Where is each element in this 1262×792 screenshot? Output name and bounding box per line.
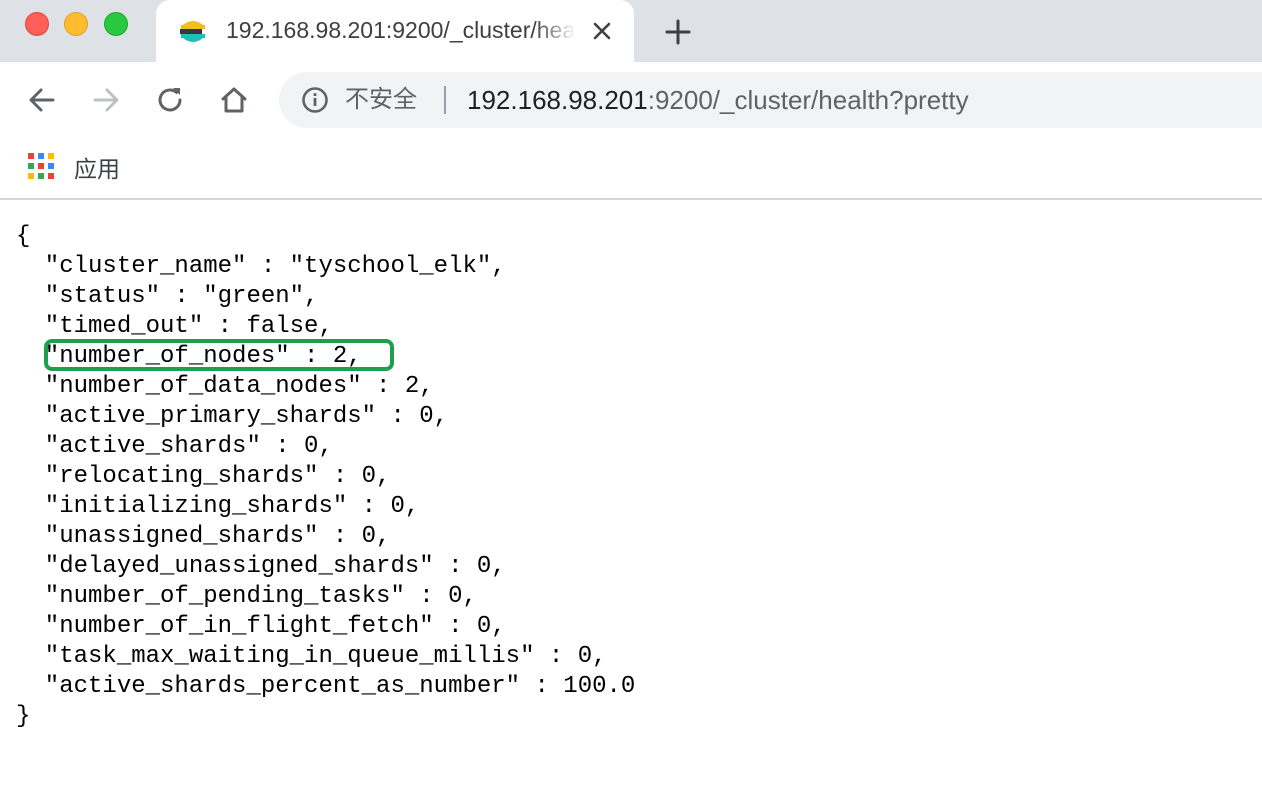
back-button[interactable] [22,80,62,120]
json-line: "delayed_unassigned_shards" : 0, [16,553,506,580]
apps-grid-dot [48,173,54,179]
json-line: "active_shards_percent_as_number" : 100.… [16,673,636,700]
apps-grid-icon [28,153,56,181]
url-host: 192.168.98.201 [467,85,648,115]
arrow-left-icon [29,88,55,112]
window-maximize-button[interactable] [104,12,128,36]
json-line: "number_of_pending_tasks" : 0, [16,583,477,610]
info-icon[interactable] [301,86,329,114]
apps-grid-dot [28,173,34,179]
json-line: "active_primary_shards" : 0, [16,403,449,430]
json-line: "task_max_waiting_in_queue_millis" : 0, [16,643,607,670]
apps-grid-dot [38,163,44,169]
page-content: { "cluster_name" : "tyschool_elk", "stat… [16,222,635,732]
url-path: :9200/_cluster/health?pretty [647,85,969,115]
new-tab-plus-icon[interactable] [660,14,696,50]
window-minimize-button[interactable] [64,12,88,36]
json-line: { [16,223,31,250]
apps-grid-dot [48,153,54,159]
highlight-annotation-box [44,339,394,371]
home-icon [221,87,247,113]
apps-grid-dot [38,173,44,179]
arrow-right-icon [93,88,119,112]
json-line: "unassigned_shards" : 0, [16,523,391,550]
elasticsearch-icon [178,16,208,46]
json-line: "number_of_in_flight_fetch" : 0, [16,613,506,640]
tab-close-icon[interactable] [588,17,616,45]
json-line: "relocating_shards" : 0, [16,463,391,490]
tab-strip: 192.168.98.201:9200/_cluster/health?pret… [0,0,1262,62]
address-bar[interactable]: 不安全 192.168.98.201:9200/_cluster/health?… [279,72,1262,128]
apps-label: 应用 [74,156,120,182]
reload-icon [158,88,182,112]
apps-grid-dot [28,153,34,159]
apps-bookmark[interactable]: 应用 [28,150,120,184]
home-button[interactable] [214,80,254,120]
json-line: "active_shards" : 0, [16,433,333,460]
json-line: "status" : "green", [16,283,319,310]
tab-title: 192.168.98.201:9200/_cluster/health?pret… [226,17,576,43]
json-line: "initializing_shards" : 0, [16,493,420,520]
reload-button[interactable] [150,80,190,120]
not-secure-label[interactable]: 不安全 [345,83,417,117]
omnibox-separator [444,86,446,114]
apps-grid-dot [48,163,54,169]
apps-grid-dot [28,163,34,169]
json-line: "number_of_data_nodes" : 2, [16,373,434,400]
bookmarks-bar: 应用 [0,138,1262,200]
active-tab[interactable]: 192.168.98.201:9200/_cluster/health?pret… [156,0,634,62]
json-line: "cluster_name" : "tyschool_elk", [16,253,506,280]
apps-grid-dot [38,153,44,159]
json-response: { "cluster_name" : "tyschool_elk", "stat… [16,222,635,732]
browser-toolbar: 不安全 192.168.98.201:9200/_cluster/health?… [0,62,1262,138]
json-line: "timed_out" : false, [16,313,333,340]
url-text[interactable]: 192.168.98.201:9200/_cluster/health?pret… [467,82,969,118]
forward-button[interactable] [86,80,126,120]
window-close-button[interactable] [25,12,49,36]
json-line: } [16,703,31,730]
